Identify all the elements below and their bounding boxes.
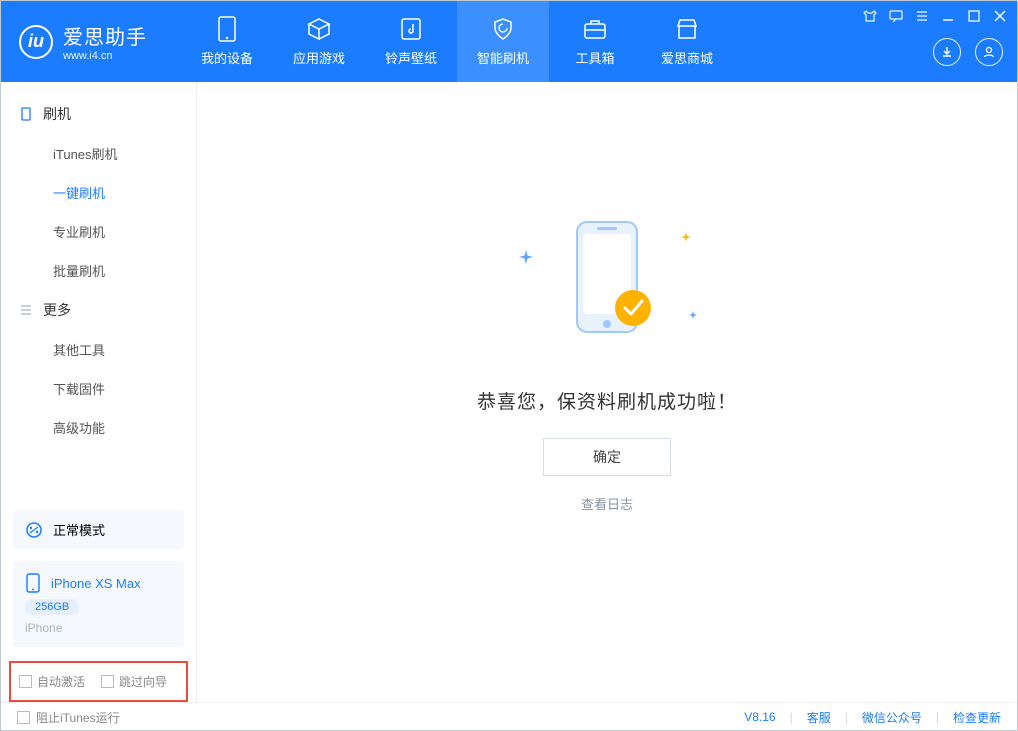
briefcase-icon <box>582 16 608 42</box>
sidebar-item-download-firmware[interactable]: 下载固件 <box>1 369 196 408</box>
nav-ringtones[interactable]: 铃声壁纸 <box>365 1 457 82</box>
app-header: iu 爱思助手 www.i4.cn 我的设备 应用游戏 铃声壁纸 智能刷机 工具… <box>1 1 1017 82</box>
checkbox-auto-activate[interactable]: 自动激活 <box>19 673 85 690</box>
version-label: V8.16 <box>744 710 775 724</box>
header-actions <box>933 38 1003 66</box>
sidebar-item-pro-flash[interactable]: 专业刷机 <box>1 212 196 251</box>
checkbox-icon <box>17 711 30 724</box>
sidebar-item-itunes-flash[interactable]: iTunes刷机 <box>1 134 196 173</box>
nav-store[interactable]: 爱思商城 <box>641 1 733 82</box>
mode-icon <box>25 521 43 539</box>
device-type: iPhone <box>25 621 62 635</box>
sidebar-section-flash[interactable]: 刷机 <box>1 94 196 134</box>
close-icon[interactable] <box>993 9 1007 23</box>
download-button[interactable] <box>933 38 961 66</box>
status-bar: 阻止iTunes运行 V8.16 | 客服 | 微信公众号 | 检查更新 <box>1 702 1017 731</box>
ok-button[interactable]: 确定 <box>543 438 671 476</box>
account-button[interactable] <box>975 38 1003 66</box>
checkbox-icon <box>19 675 32 688</box>
checkbox-icon <box>101 675 114 688</box>
store-icon <box>674 16 700 42</box>
nav-apps[interactable]: 应用游戏 <box>273 1 365 82</box>
maximize-icon[interactable] <box>967 9 981 23</box>
shield-icon <box>490 16 516 42</box>
footer-link-support[interactable]: 客服 <box>807 709 831 726</box>
mode-card[interactable]: 正常模式 <box>13 510 184 549</box>
sparkle-icon <box>519 250 533 264</box>
cube-icon <box>306 16 332 42</box>
device-phone-icon <box>25 573 41 593</box>
feedback-icon[interactable] <box>889 9 903 23</box>
mode-label: 正常模式 <box>53 520 105 539</box>
sidebar-item-batch-flash[interactable]: 批量刷机 <box>1 251 196 290</box>
phone-icon <box>19 107 33 121</box>
device-icon <box>214 16 240 42</box>
sparkle-icon <box>689 311 697 319</box>
sparkle-icon <box>681 232 691 242</box>
music-file-icon <box>398 16 424 42</box>
sidebar: 刷机 iTunes刷机 一键刷机 专业刷机 批量刷机 更多 其他工具 下载固件 … <box>1 82 197 702</box>
footer-link-update[interactable]: 检查更新 <box>953 709 1001 726</box>
top-nav: 我的设备 应用游戏 铃声壁纸 智能刷机 工具箱 爱思商城 <box>181 1 733 82</box>
checkbox-skip-guide[interactable]: 跳过向导 <box>101 673 167 690</box>
sidebar-item-other-tools[interactable]: 其他工具 <box>1 330 196 369</box>
app-site: www.i4.cn <box>63 50 147 62</box>
app-name: 爱思助手 <box>63 21 147 50</box>
sidebar-item-advanced[interactable]: 高级功能 <box>1 408 196 447</box>
menu-icon[interactable] <box>915 9 929 23</box>
device-name: iPhone XS Max <box>51 576 141 591</box>
skin-icon[interactable] <box>863 9 877 23</box>
footer-link-wechat[interactable]: 微信公众号 <box>862 709 922 726</box>
logo-block: iu 爱思助手 www.i4.cn <box>1 1 181 82</box>
device-capacity: 256GB <box>25 599 79 615</box>
checkbox-block-itunes[interactable]: 阻止iTunes运行 <box>17 709 120 726</box>
list-icon <box>19 303 33 317</box>
nav-my-device[interactable]: 我的设备 <box>181 1 273 82</box>
success-illustration <box>547 212 667 357</box>
sidebar-item-oneclick-flash[interactable]: 一键刷机 <box>1 173 196 212</box>
logo-icon: iu <box>19 25 53 59</box>
minimize-icon[interactable] <box>941 9 955 23</box>
sidebar-section-more[interactable]: 更多 <box>1 290 196 330</box>
main-content: 恭喜您，保资料刷机成功啦！ 确定 查看日志 <box>197 82 1017 702</box>
device-card[interactable]: iPhone XS Max 256GB iPhone <box>13 561 184 647</box>
success-message: 恭喜您，保资料刷机成功啦！ <box>477 387 737 414</box>
nav-toolbox[interactable]: 工具箱 <box>549 1 641 82</box>
nav-flash[interactable]: 智能刷机 <box>457 1 549 82</box>
options-box: 自动激活 跳过向导 <box>9 661 188 702</box>
view-log-link[interactable]: 查看日志 <box>581 494 633 513</box>
window-controls <box>863 9 1007 23</box>
